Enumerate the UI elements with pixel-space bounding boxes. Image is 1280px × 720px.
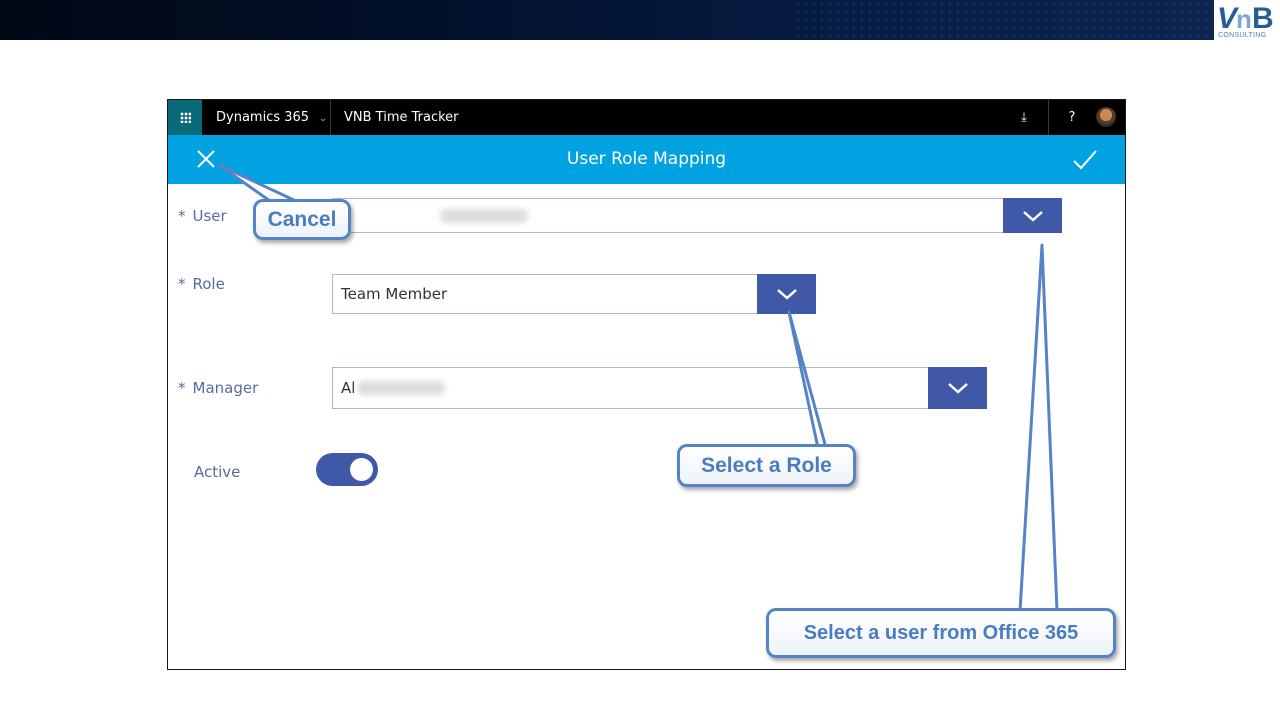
role-dropdown-button[interactable] — [757, 274, 816, 314]
active-toggle[interactable] — [316, 453, 378, 486]
download-icon[interactable]: ⤓ — [1014, 100, 1034, 135]
banner-pattern — [794, 0, 1214, 40]
user-label: User — [192, 207, 227, 225]
dynamics-365-label: Dynamics 365 — [216, 110, 310, 125]
redacted-manager-name — [357, 381, 446, 395]
toggle-knob — [350, 458, 373, 481]
form-header: User Role Mapping — [168, 135, 1125, 184]
role-value: Team Member — [341, 285, 448, 303]
top-nav-bar: Dynamics 365 ⌄ VNB Time Tracker ⤓ ? — [168, 100, 1125, 135]
svg-text:n: n — [1236, 4, 1252, 34]
svg-text:B: B — [1252, 2, 1274, 35]
checkmark-icon[interactable] — [1070, 145, 1100, 175]
required-marker: * — [178, 275, 186, 293]
app-title: VNB Time Tracker — [344, 110, 459, 125]
required-marker: * — [178, 207, 186, 225]
user-dropdown-button[interactable] — [1003, 198, 1062, 233]
user-value — [438, 199, 528, 232]
manager-value: Al — [341, 368, 446, 408]
manager-dropdown-button[interactable] — [928, 367, 987, 409]
redacted-user-name — [440, 208, 528, 223]
cancel-callout: Cancel — [253, 199, 351, 240]
role-label: Role — [192, 275, 225, 293]
slide-banner — [0, 0, 1214, 40]
chevron-down-icon — [1022, 210, 1043, 222]
user-dropdown[interactable] — [332, 198, 1062, 233]
chevron-down-icon — [947, 383, 968, 394]
select-user-callout: Select a user from Office 365 — [766, 608, 1116, 658]
page-title: User Role Mapping — [566, 149, 727, 169]
select-role-callout: Select a Role — [677, 444, 856, 487]
manager-label: Manager — [192, 379, 259, 397]
manager-field-label: * Manager — [178, 379, 258, 397]
manager-value-prefix: Al — [341, 379, 356, 397]
user-field-label: * User — [178, 207, 227, 225]
app-launcher-button[interactable] — [168, 100, 202, 135]
required-marker: * — [178, 379, 186, 397]
active-label: Active — [194, 463, 241, 481]
logo-subtitle: CONSULTING — [1218, 32, 1267, 39]
topbar-divider — [1048, 100, 1049, 135]
help-icon[interactable]: ? — [1064, 100, 1080, 135]
role-field-label: * Role — [178, 275, 225, 293]
waffle-icon — [179, 112, 191, 123]
role-dropdown[interactable]: Team Member — [332, 274, 816, 314]
chevron-down-icon: ⌄ — [319, 114, 327, 124]
topbar-divider — [330, 100, 331, 135]
chevron-down-icon — [776, 289, 797, 300]
avatar[interactable] — [1096, 107, 1116, 127]
dynamics-365-menu[interactable]: Dynamics 365 ⌄ — [216, 100, 327, 135]
app-window: Dynamics 365 ⌄ VNB Time Tracker ⤓ ? User… — [167, 99, 1126, 670]
manager-dropdown[interactable]: Al — [332, 367, 987, 409]
